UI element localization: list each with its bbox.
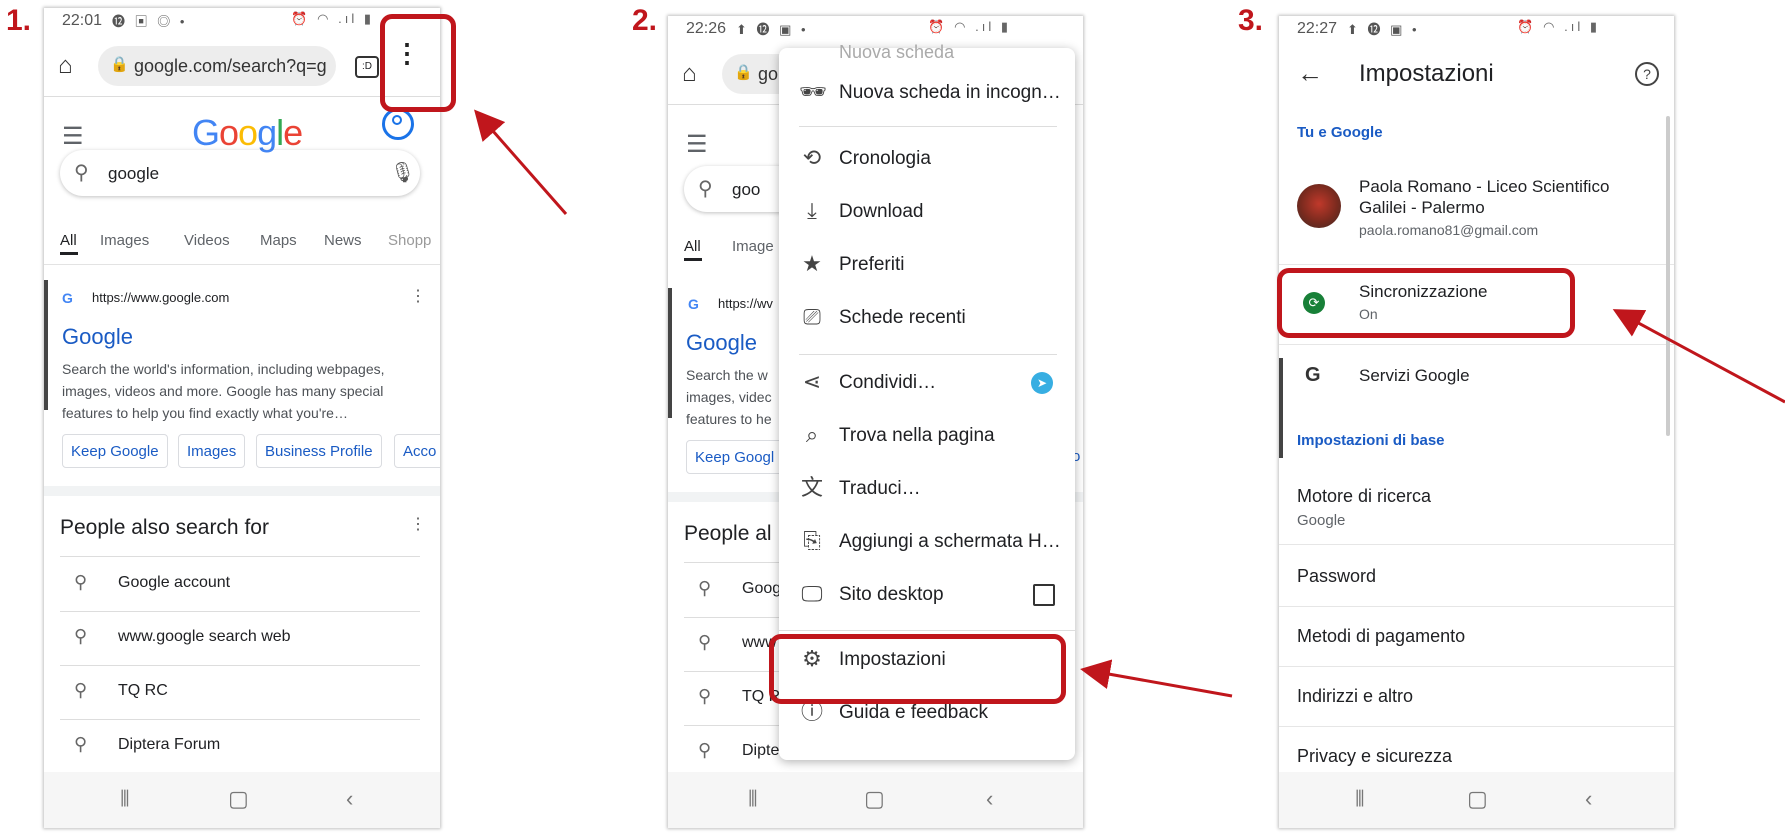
arrow-to-more-options [474,109,568,215]
arrow-to-sync [1612,309,1785,404]
arrow-to-settings [1080,659,1233,698]
annotation-arrows [474,109,1785,698]
